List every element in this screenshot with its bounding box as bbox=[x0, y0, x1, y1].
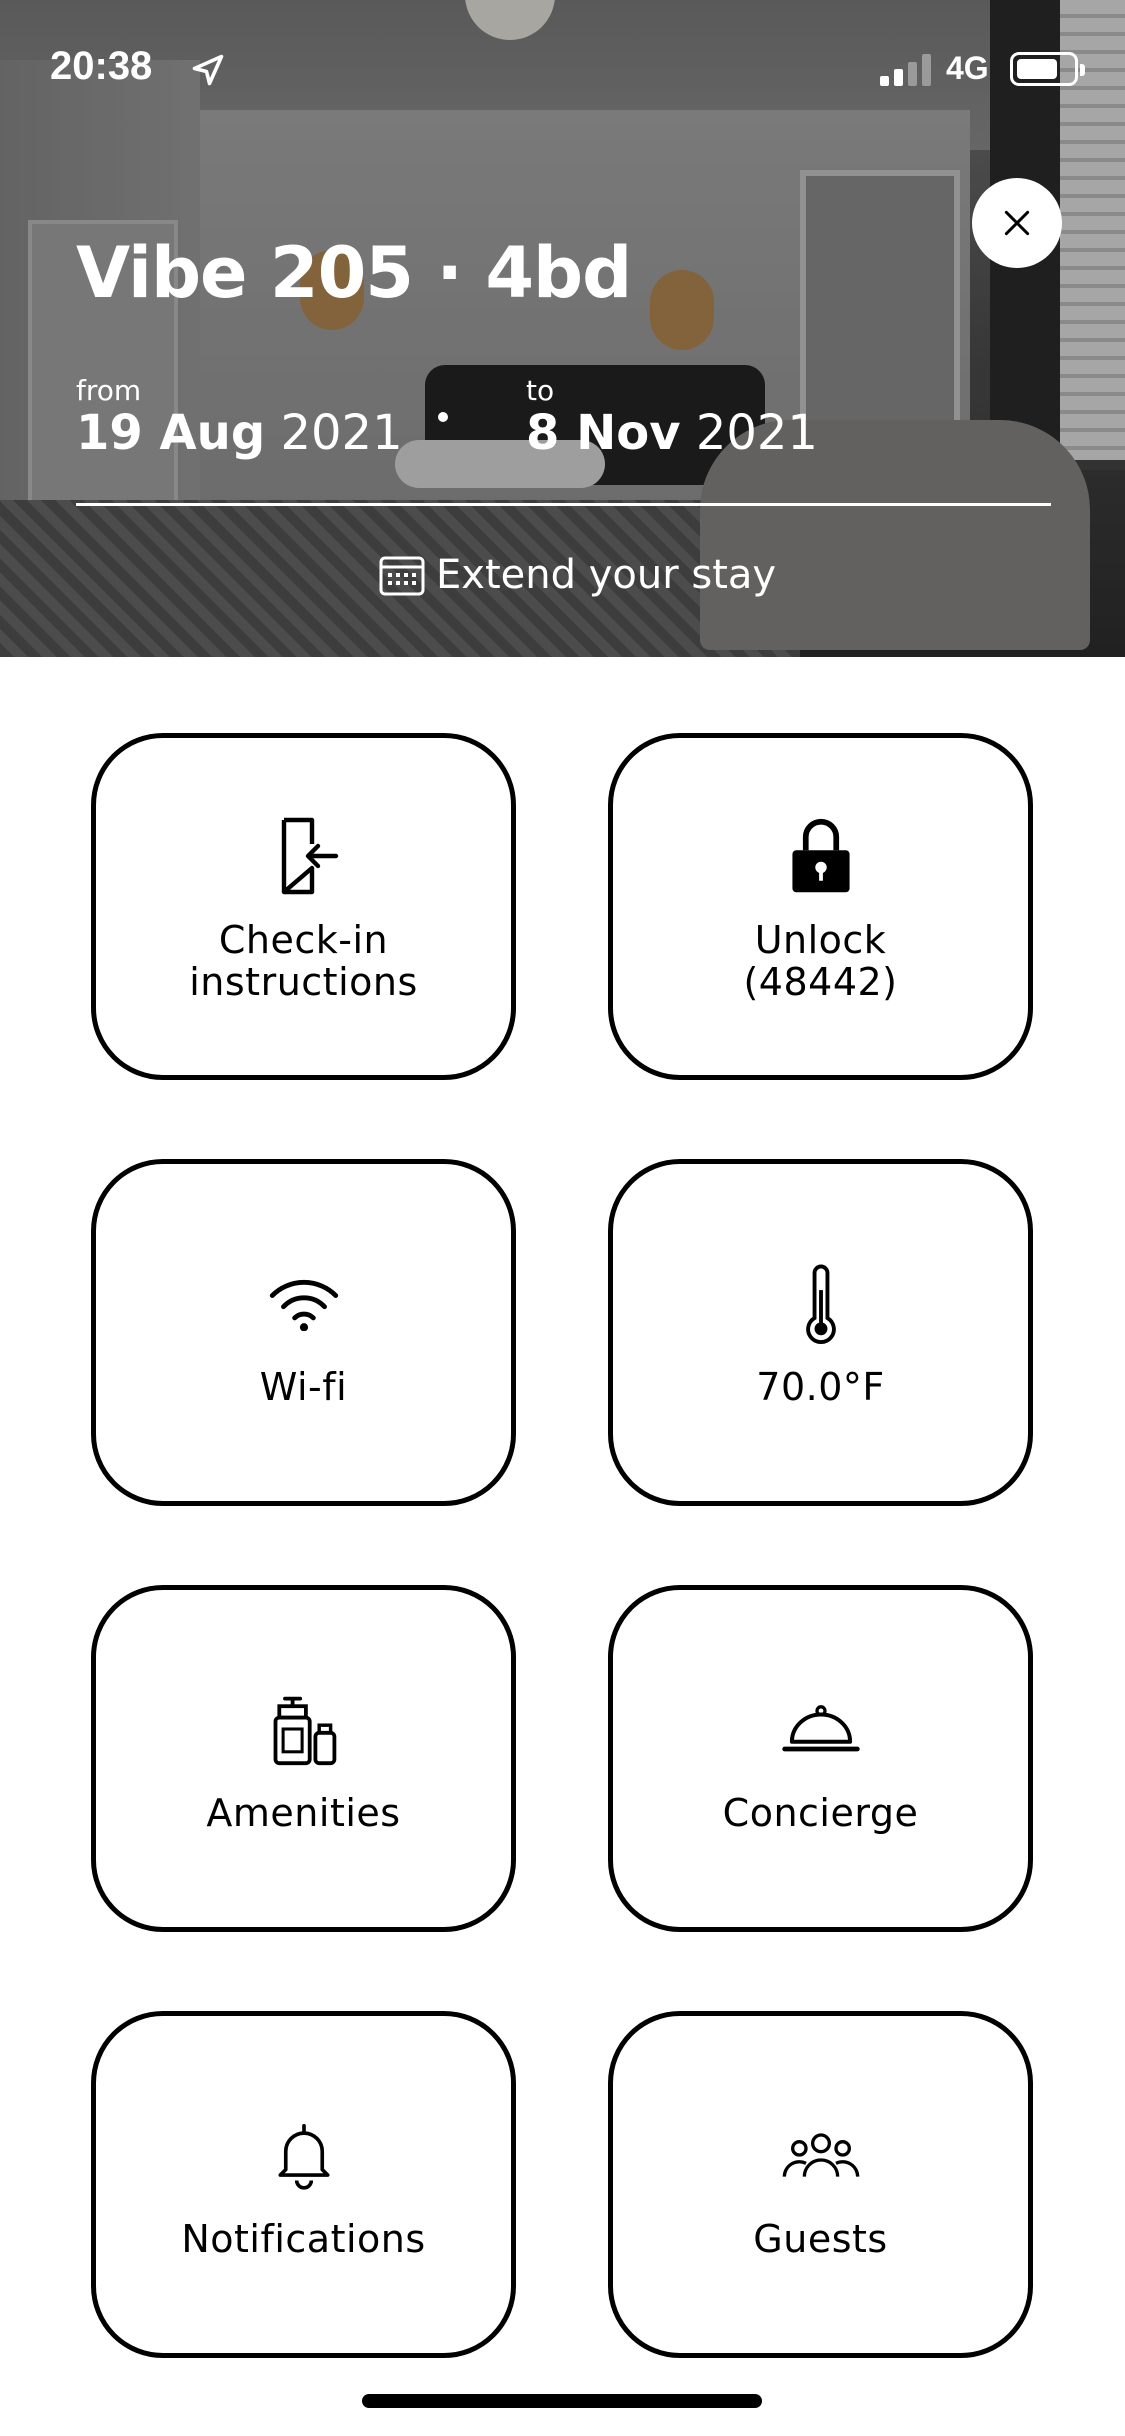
date-from-year: 2021 bbox=[280, 405, 403, 461]
date-to-year: 2021 bbox=[695, 405, 818, 461]
date-from-label: from bbox=[76, 374, 142, 407]
date-to-day: 8 Nov bbox=[526, 405, 681, 461]
date-from-day: 19 Aug bbox=[76, 405, 266, 461]
checkin-instructions-tile[interactable]: Check-in instructions bbox=[91, 733, 516, 1080]
unlock-tile[interactable]: Unlock (48442) bbox=[608, 733, 1033, 1080]
door-enter-icon bbox=[281, 817, 338, 894]
tile-label-line2: instructions bbox=[189, 959, 418, 1004]
signal-icon bbox=[880, 54, 931, 86]
tile-label: Amenities bbox=[206, 1790, 401, 1835]
wifi-tile[interactable]: Wi-fi bbox=[91, 1159, 516, 1506]
extend-stay-label: Extend your stay bbox=[436, 552, 777, 598]
concierge-tile[interactable]: Concierge bbox=[608, 1585, 1033, 1932]
toiletries-icon bbox=[273, 1696, 336, 1765]
date-separator-dot bbox=[438, 412, 448, 422]
hero-divider bbox=[76, 503, 1051, 506]
service-bell-icon bbox=[781, 1704, 860, 1751]
location-arrow-icon bbox=[192, 54, 224, 86]
wifi-icon bbox=[269, 1279, 338, 1331]
tile-label: Check-in bbox=[218, 917, 389, 962]
tile-label: Concierge bbox=[722, 1790, 919, 1835]
thermostat-tile[interactable]: 70.0°F bbox=[608, 1159, 1033, 1506]
people-icon bbox=[782, 2132, 859, 2177]
tile-label: Notifications bbox=[181, 2216, 426, 2261]
lock-icon bbox=[791, 818, 850, 892]
bell-icon bbox=[277, 2123, 330, 2190]
tile-label: Wi-fi bbox=[259, 1364, 348, 1409]
date-to: to 8 Nov 2021 bbox=[526, 374, 818, 461]
amenities-tile[interactable]: Amenities bbox=[91, 1585, 516, 1932]
tile-label: Guests bbox=[753, 2216, 888, 2261]
notifications-tile[interactable]: Notifications bbox=[91, 2011, 516, 2358]
property-title: Vibe 205 · 4bd bbox=[76, 232, 632, 314]
network-type: 4G bbox=[946, 50, 989, 86]
battery-icon bbox=[1010, 52, 1085, 86]
date-to-label: to bbox=[526, 374, 555, 407]
tile-label-line2: (48442) bbox=[743, 959, 898, 1004]
status-bar: 20:38 4G bbox=[0, 0, 1125, 132]
home-indicator[interactable] bbox=[362, 2394, 762, 2408]
calendar-icon bbox=[379, 556, 425, 596]
thermometer-icon bbox=[805, 1264, 836, 1344]
close-button[interactable] bbox=[972, 178, 1062, 268]
tile-label: 70.0°F bbox=[756, 1364, 885, 1409]
status-time: 20:38 bbox=[50, 44, 153, 88]
guests-tile[interactable]: Guests bbox=[608, 2011, 1033, 2358]
extend-stay-link[interactable]: Extend your stay bbox=[378, 552, 776, 598]
close-icon bbox=[1004, 210, 1030, 236]
date-from: from 19 Aug 2021 bbox=[76, 374, 403, 461]
tile-label: Unlock bbox=[754, 917, 887, 962]
